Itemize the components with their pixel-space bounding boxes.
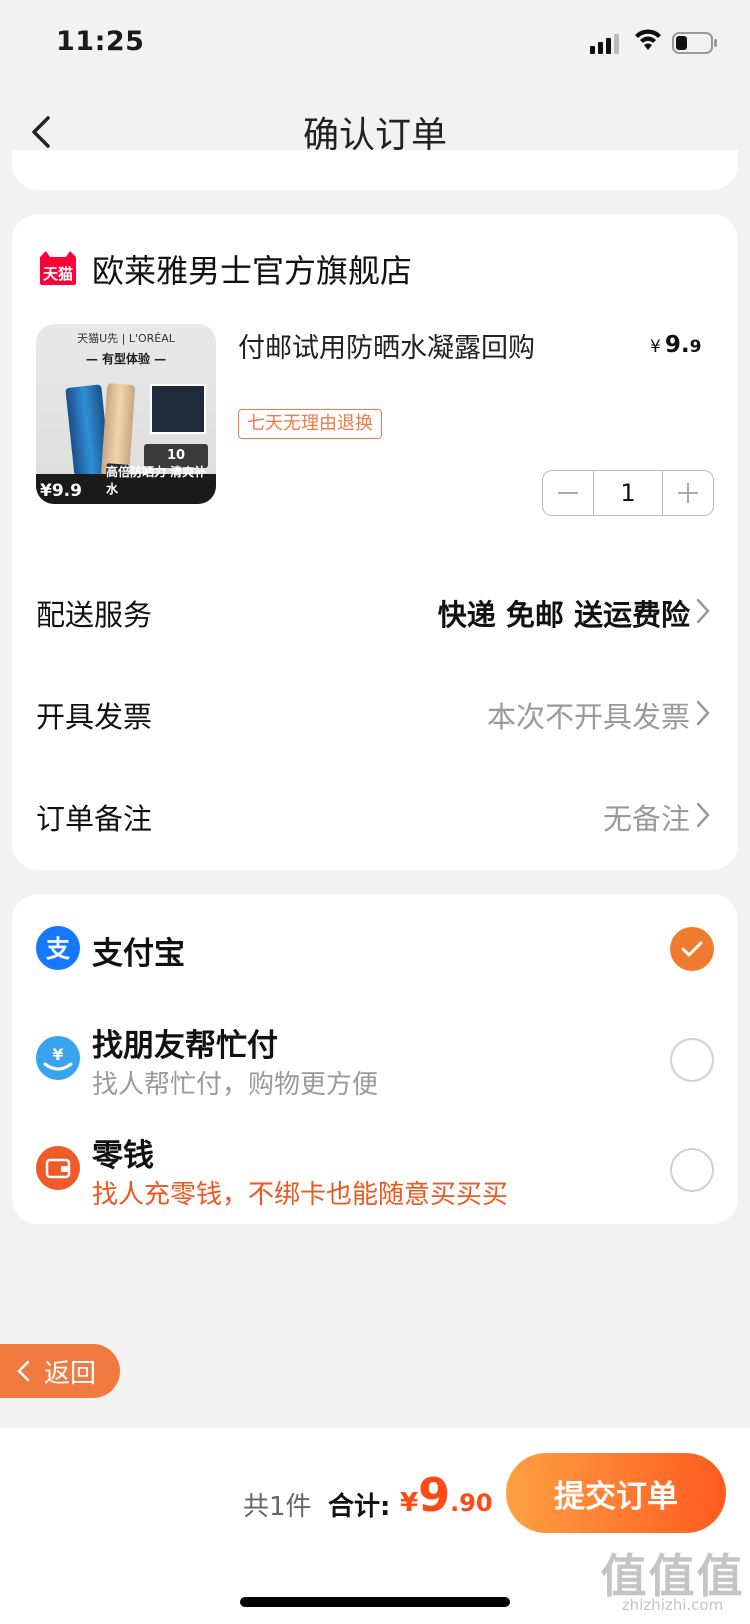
- product-price: ¥9.9: [650, 332, 701, 358]
- alipay-icon: 支: [36, 926, 80, 970]
- item-count: 共1件: [243, 1492, 312, 1522]
- total-int: 9: [418, 1468, 451, 1522]
- plus-icon: [678, 483, 698, 503]
- product-title[interactable]: 付邮试用防晒水凝露回购: [238, 326, 535, 365]
- check-icon: [681, 941, 703, 957]
- product-box: [150, 384, 206, 434]
- friend-pay-radio[interactable]: [670, 1038, 714, 1082]
- order-card: [12, 214, 738, 870]
- product-image-brand: 天猫U先 | L'ORÉAL: [77, 332, 175, 345]
- tmall-logo-text: 天猫: [43, 265, 73, 283]
- product-image-banner: ¥9.9 高倍防晒力 清爽补水: [36, 465, 216, 504]
- home-indicator[interactable]: [240, 1597, 510, 1607]
- delivery-label: 配送服务: [36, 598, 153, 632]
- wallet-icon: [36, 1146, 80, 1190]
- float-return-label: 返回: [44, 1358, 97, 1389]
- svg-text:¥: ¥: [52, 1045, 63, 1064]
- watermark: 值值值 zhizhizhi.com: [600, 1540, 745, 1618]
- store-name[interactable]: 欧莱雅男士官方旗舰店: [92, 246, 412, 292]
- submit-order-button[interactable]: 提交订单: [506, 1453, 726, 1533]
- product-image-headline: — 有型体验 —: [85, 352, 167, 366]
- delivery-value[interactable]: 快递 免邮 送运费险: [438, 592, 690, 634]
- payment-change-desc: 找人充零钱，不绑卡也能随意买买买: [92, 1180, 509, 1210]
- total-currency: ¥: [400, 1488, 419, 1518]
- chevron-right-icon[interactable]: [696, 700, 710, 726]
- total-price: ¥9.90: [400, 1468, 493, 1522]
- watermark-url: zhizhizhi.com: [621, 1596, 724, 1614]
- total-dec: .90: [450, 1489, 493, 1517]
- increase-button[interactable]: [663, 471, 713, 515]
- chevron-right-icon[interactable]: [696, 598, 710, 624]
- alipay-radio-selected[interactable]: [670, 927, 714, 971]
- remark-label: 订单备注: [36, 802, 153, 836]
- chevron-left-icon: [17, 1360, 30, 1382]
- signal-icon: [590, 32, 622, 54]
- svg-text:支: 支: [46, 935, 71, 963]
- address-card-bottom: [12, 150, 738, 190]
- return-policy-badge: 七天无理由退换: [238, 409, 382, 439]
- payment-friend-desc: 找人帮忙付，购物更方便: [92, 1070, 379, 1100]
- float-return-button[interactable]: 返回: [0, 1344, 120, 1398]
- product-image-price: ¥9.9: [40, 481, 82, 501]
- product-image[interactable]: 天猫U先 | L'ORÉAL — 有型体验 — 10 ¥9.9 高倍防晒力 清爽…: [36, 324, 216, 504]
- invoice-label: 开具发票: [36, 700, 153, 734]
- decrease-button[interactable]: [543, 471, 593, 515]
- quantity-value[interactable]: 1: [593, 471, 663, 515]
- wifi-icon: [634, 28, 662, 52]
- total-label: 合计:: [328, 1492, 391, 1522]
- payment-friend-label[interactable]: 找朋友帮忙付: [92, 1020, 278, 1065]
- payment-change-label[interactable]: 零钱: [92, 1130, 154, 1175]
- status-time: 11:25: [56, 26, 145, 57]
- battery-icon: [672, 31, 718, 55]
- minus-icon: [558, 492, 578, 494]
- product-image-slogan: 高倍防晒力 清爽补水: [106, 465, 207, 496]
- remark-value[interactable]: 无备注: [603, 796, 690, 838]
- price-int: 9.: [664, 332, 690, 358]
- quantity-stepper: 1: [542, 470, 714, 516]
- friend-pay-icon: ¥: [36, 1036, 80, 1080]
- price-currency: ¥: [650, 337, 661, 357]
- tmall-logo: 天猫: [36, 249, 80, 287]
- price-dec: 9: [689, 337, 702, 357]
- invoice-value[interactable]: 本次不开具发票: [487, 694, 690, 736]
- payment-alipay-label[interactable]: 支付宝: [92, 928, 185, 973]
- change-pay-radio[interactable]: [670, 1148, 714, 1192]
- chevron-right-icon[interactable]: [696, 802, 710, 828]
